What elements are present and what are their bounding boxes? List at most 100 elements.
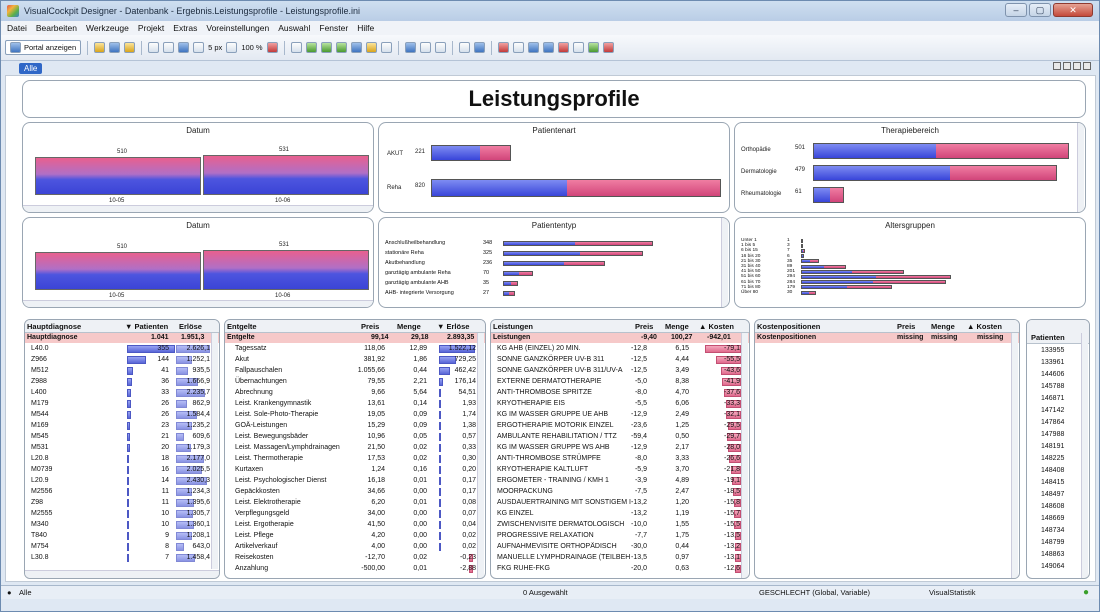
table-row[interactable]: M544 26 1.584,4: [25, 410, 219, 420]
col-kosten[interactable]: ▲ Kosten: [967, 322, 1002, 331]
table-row[interactable]: KG IM WASSER GRUPPE WS AHB -12,9 2,17 -28,0: [491, 443, 749, 453]
table-row[interactable]: SONNE GANZKÖRPER UV-B 311/UV-A -12,5 3,49 -…: [491, 366, 749, 376]
table-row[interactable]: Akut 381,92 1,86 729,25: [225, 355, 485, 365]
table-row[interactable]: Leist. Bewegungsbäder 10,96 0,05 0,57: [225, 432, 485, 442]
table-row[interactable]: Leist. Pflege 4,20 0,00 0,02: [225, 531, 485, 541]
bar-altersgruppe[interactable]: [801, 238, 803, 243]
table-row[interactable]: Z98 11 1.395,6: [25, 498, 219, 508]
bar-orthopaedie[interactable]: [813, 143, 1069, 159]
list-item[interactable]: 148734: [1027, 526, 1089, 536]
list-item[interactable]: 148408: [1027, 466, 1089, 476]
col-menge[interactable]: Menge: [931, 322, 955, 331]
table-row[interactable]: Leist. Massagen/Lymphdrainagen 21,50 0,02 0…: [225, 443, 485, 453]
list-item[interactable]: 146871: [1027, 394, 1089, 404]
table-row[interactable]: M169 23 1.235,2: [25, 421, 219, 431]
table-row[interactable]: MOORPACKUNG -7,5 2,47 -18,5: [491, 487, 749, 497]
horizontal-scrollbar[interactable]: [25, 570, 219, 578]
table-row[interactable]: Verpflegungsgeld 34,00 0,00 0,07: [225, 509, 485, 519]
vertical-scrollbar[interactable]: [477, 333, 484, 578]
table-row[interactable]: MANUELLE LYMPHDRAINAGE (TEILBEH -13,5 0,97…: [491, 553, 749, 563]
sort-icon[interactable]: [163, 42, 175, 53]
vertical-scrollbar[interactable]: [741, 333, 748, 578]
table-row[interactable]: M545 21 609,6: [25, 432, 219, 442]
menu-werkzeuge[interactable]: Werkzeuge: [86, 23, 129, 33]
window-icon[interactable]: [602, 42, 614, 53]
status-filter[interactable]: GESCHLECHT (Global, Variable): [759, 588, 870, 597]
portal-anzeigen-button[interactable]: Portal anzeigen: [5, 40, 82, 55]
bar-patiententyp[interactable]: [503, 271, 534, 276]
menu-projekt[interactable]: Projekt: [138, 23, 164, 33]
table-row[interactable]: Übernachtungen 79,55 2,21 176,14: [225, 377, 485, 387]
table-row[interactable]: Tagessatz 118,06 12,89 1.522,12: [225, 344, 485, 354]
table-row[interactable]: Abrechnung 9,66 5,64 54,51: [225, 388, 485, 398]
table-row[interactable]: ANTI-THROMBOSE STRÜMPFE -8,0 3,33 -26,6: [491, 454, 749, 464]
list-item[interactable]: 144606: [1027, 370, 1089, 380]
table-row[interactable]: AUFNAHMEVISITE ORTHOPÄDISCH -30,0 0,44 -13,…: [491, 542, 749, 552]
table-row[interactable]: Leist. Sole-Photo-Therapie 19,05 0,09 1,74: [225, 410, 485, 420]
table-row[interactable]: M0739 16 2.025,5: [25, 465, 219, 475]
text-box-icon[interactable]: [380, 42, 392, 53]
table-row[interactable]: M340 10 1.360,1: [25, 520, 219, 530]
table-row[interactable]: Kurtaxen 1,24 0,16 0,20: [225, 465, 485, 475]
col-hauptdiagnose[interactable]: Hauptdiagnose: [27, 322, 81, 331]
zoom-icon[interactable]: [226, 42, 238, 53]
histogram-icon[interactable]: [350, 42, 362, 53]
bar-10-05[interactable]: [35, 252, 201, 290]
menu-datei[interactable]: Datei: [7, 23, 27, 33]
col-menge[interactable]: Menge: [397, 322, 421, 331]
bar-altersgruppe[interactable]: [801, 290, 817, 295]
search-plus-icon[interactable]: [542, 42, 554, 53]
list-item[interactable]: 148799: [1027, 538, 1089, 548]
calculator-icon[interactable]: [404, 42, 416, 53]
status-visualstatistik[interactable]: VisualStatistik: [929, 588, 976, 597]
vertical-scrollbar[interactable]: [1011, 333, 1018, 578]
list-item[interactable]: 148863: [1027, 550, 1089, 560]
list-item[interactable]: 149064: [1027, 562, 1089, 572]
table-row[interactable]: Leist. Elektrotherapie 6,20 0,01 0,08: [225, 498, 485, 508]
table-row[interactable]: Leist. Thermotherapie 17,53 0,02 0,30: [225, 454, 485, 464]
table-row[interactable]: L20.9 14 2.430,3: [25, 476, 219, 486]
list-item[interactable]: 147142: [1027, 406, 1089, 416]
table-row[interactable]: KG IM WASSER GRUPPE UE AHB -12,9 2,49 -32,1: [491, 410, 749, 420]
menu-hilfe[interactable]: Hilfe: [357, 23, 374, 33]
bar-akut[interactable]: [431, 145, 511, 161]
col-leistungen[interactable]: Leistungen: [493, 322, 533, 331]
tab-alle[interactable]: Alle: [19, 62, 43, 74]
bar-altersgruppe[interactable]: [801, 285, 893, 290]
page-icon[interactable]: [458, 42, 470, 53]
list-item[interactable]: 147988: [1027, 430, 1089, 440]
col-menge[interactable]: Menge: [665, 322, 689, 331]
table-row[interactable]: ANTI-THROMBOSE SPRITZE -8,0 4,70 -37,6: [491, 388, 749, 398]
spacing-icon[interactable]: [193, 42, 205, 53]
bar-altersgruppe[interactable]: [801, 280, 946, 285]
line-chart-icon[interactable]: [335, 42, 347, 53]
table-row[interactable]: KRYOTHERAPIE KALTLUFT -5,9 3,70 -21,8: [491, 465, 749, 475]
bar-patiententyp[interactable]: [503, 291, 515, 296]
list-item[interactable]: 148191: [1027, 442, 1089, 452]
table-row[interactable]: Gepäckkosten 34,66 0,00 0,17: [225, 487, 485, 497]
col-erloese[interactable]: ▼ Erlöse: [437, 322, 469, 331]
table-row[interactable]: M2556 11 1.234,3: [25, 487, 219, 497]
table-row[interactable]: ZWISCHENVISITE DERMATOLOGISCH -10,0 1,55 -1…: [491, 520, 749, 530]
color-icon[interactable]: [266, 42, 278, 53]
horizontal-scrollbar[interactable]: [23, 205, 373, 212]
bar-patiententyp[interactable]: [503, 241, 653, 246]
bar-altersgruppe[interactable]: [801, 264, 847, 269]
table-row[interactable]: FKG RUHE-FKG -20,0 0,63 -12,6: [491, 564, 749, 574]
folder-icon[interactable]: [124, 42, 136, 53]
table-row[interactable]: L20.8 18 2.177,0: [25, 454, 219, 464]
menu-fenster[interactable]: Fenster: [319, 23, 348, 33]
diamond-icon[interactable]: [473, 42, 485, 53]
table-row[interactable]: Anzahlung -500,00 0,01 -2,88: [225, 564, 485, 574]
table-row[interactable]: AUSDAUERTRAINING MIT SONSTIGEM I -13,2 1,2…: [491, 498, 749, 508]
table-row[interactable]: Reisekosten -12,70 0,02 -0,23: [225, 553, 485, 563]
col-preis[interactable]: Preis: [635, 322, 653, 331]
table-row[interactable]: ERGOMETER - TRAINING / KMH 1 -3,9 4,89 -19,…: [491, 476, 749, 486]
table-row[interactable]: SONNE GANZKÖRPER UV-B 311 -12,5 4,44 -55,5: [491, 355, 749, 365]
bar-patiententyp[interactable]: [503, 251, 644, 256]
zoom-label[interactable]: 100 %: [241, 43, 262, 52]
scatter-icon[interactable]: [365, 42, 377, 53]
table-row[interactable]: Z988 36 1.666,9: [25, 377, 219, 387]
table-row[interactable]: M531 20 1.179,3: [25, 443, 219, 453]
bug-icon[interactable]: [557, 42, 569, 53]
